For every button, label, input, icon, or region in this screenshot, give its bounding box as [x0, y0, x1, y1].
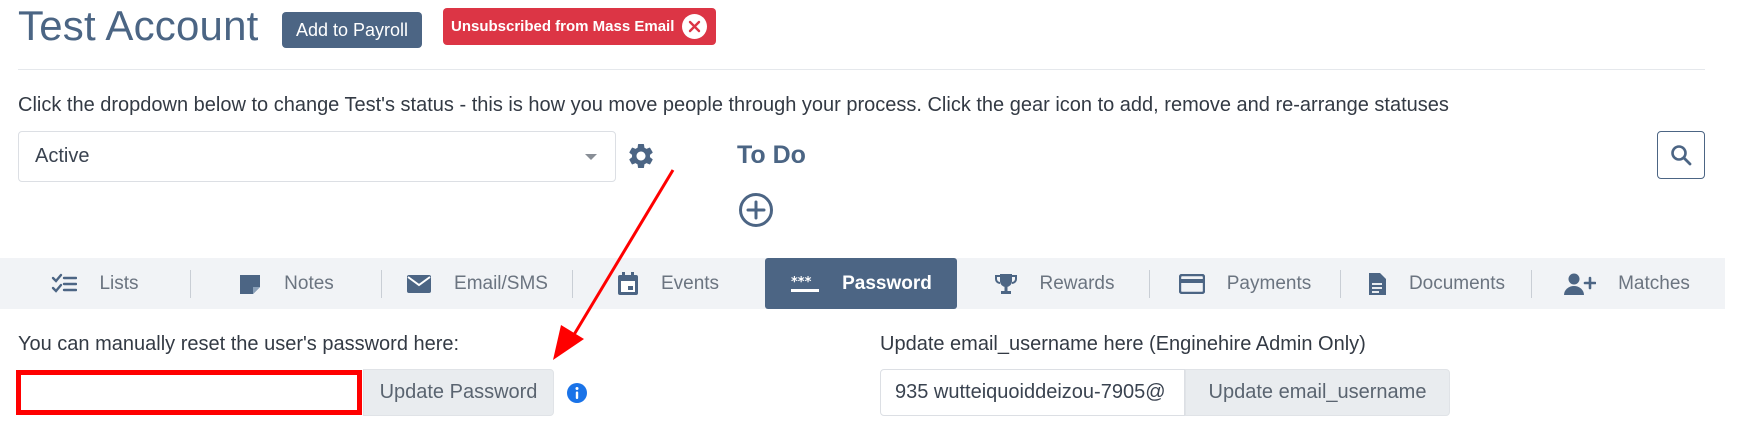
tab-label: Notes — [284, 272, 334, 294]
update-password-button[interactable]: Update Password — [363, 369, 554, 416]
credit-card-icon — [1178, 273, 1205, 294]
add-to-payroll-button[interactable]: Add to Payroll — [282, 12, 422, 48]
plus-circle-icon[interactable] — [738, 192, 774, 228]
tab-lists[interactable]: Lists — [0, 258, 190, 309]
document-icon — [1367, 272, 1387, 296]
tab-password[interactable]: *** Password — [765, 258, 957, 309]
tab-rewards[interactable]: Rewards — [959, 258, 1149, 309]
tab-label: Rewards — [1039, 272, 1115, 294]
trophy-icon — [994, 272, 1018, 296]
calendar-icon — [617, 271, 639, 296]
page: Test Account Add to Payroll Unsubscribed… — [0, 0, 1739, 433]
status-dropdown[interactable]: Active — [18, 131, 616, 182]
user-plus-icon — [1564, 272, 1597, 296]
page-title: Test Account — [18, 2, 259, 49]
tab-documents[interactable]: Documents — [1341, 258, 1531, 309]
tab-label: Email/SMS — [454, 272, 548, 294]
password-input[interactable] — [16, 370, 362, 415]
tab-notes[interactable]: Notes — [191, 258, 381, 309]
annotation-arrow — [553, 169, 675, 360]
tab-label: Documents — [1408, 272, 1506, 294]
tab-label: Payments — [1226, 272, 1312, 294]
update-email-username-button[interactable]: Update email_username — [1185, 369, 1450, 416]
checklist-icon — [51, 273, 78, 295]
note-icon — [238, 273, 262, 295]
tab-label: Password — [842, 272, 932, 294]
status-selected-value: Active — [35, 145, 90, 167]
tab-events[interactable]: Events — [573, 258, 763, 309]
tab-label: Lists — [99, 272, 139, 294]
tab-email-sms[interactable]: Email/SMS — [382, 258, 572, 309]
info-icon[interactable] — [566, 382, 588, 404]
chevron-down-icon — [585, 154, 597, 160]
close-circle-icon[interactable] — [682, 14, 707, 39]
search-button[interactable] — [1657, 131, 1705, 179]
tab-bar: Lists Notes Email/SMS Events *** Passwor… — [0, 258, 1725, 309]
status-help-text: Click the dropdown below to change Test'… — [18, 94, 1449, 116]
email-username-input[interactable] — [880, 369, 1185, 416]
email-username-label: Update email_username here (Enginehire A… — [880, 333, 1366, 355]
envelope-icon — [406, 274, 432, 294]
tab-matches[interactable]: Matches — [1532, 258, 1722, 309]
search-icon — [1671, 145, 1692, 166]
svg-text:***: *** — [791, 275, 812, 290]
unsubscribed-badge-label: Unsubscribed from Mass Email — [451, 18, 675, 35]
todo-title: To Do — [737, 141, 806, 169]
header-divider — [18, 69, 1705, 70]
password-icon: *** — [790, 275, 820, 293]
password-reset-label: You can manually reset the user's passwo… — [18, 333, 460, 355]
gear-icon[interactable] — [626, 141, 656, 171]
tab-payments[interactable]: Payments — [1150, 258, 1340, 309]
unsubscribed-badge: Unsubscribed from Mass Email — [443, 8, 716, 45]
tab-label: Events — [660, 272, 720, 294]
tab-label: Matches — [1618, 272, 1690, 294]
